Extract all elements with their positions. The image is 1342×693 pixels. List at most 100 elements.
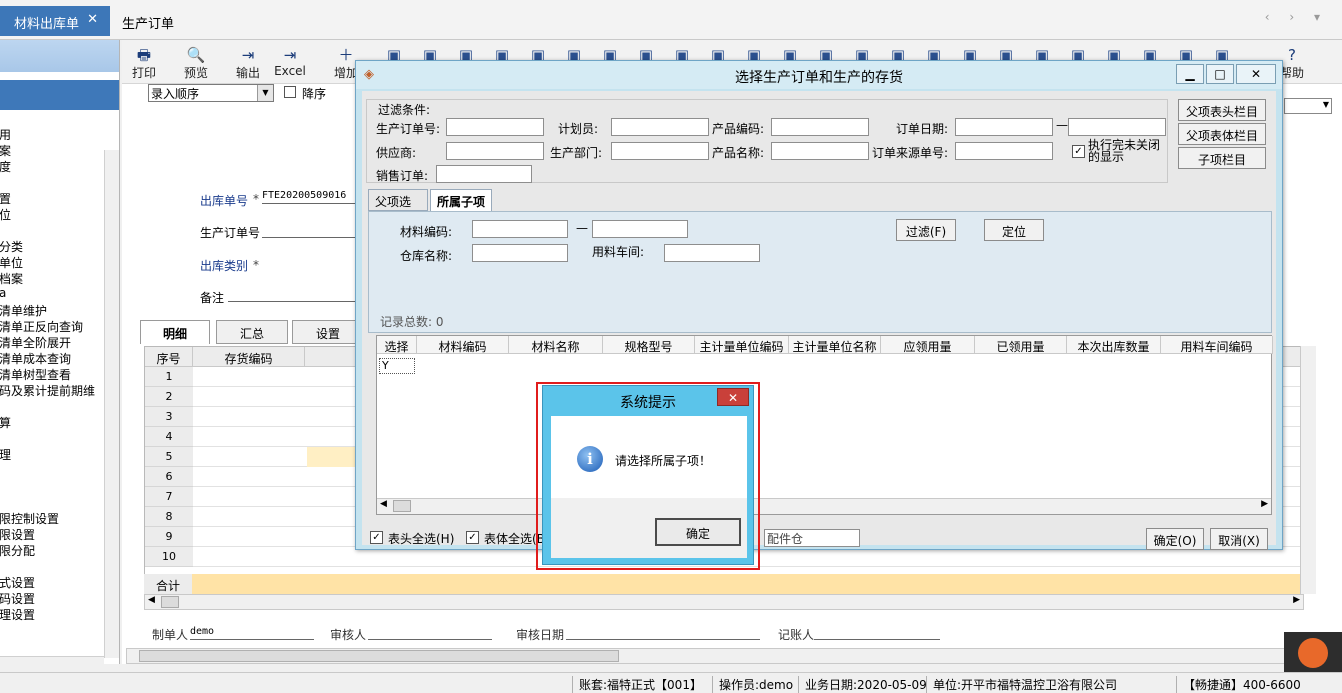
- child-grid-column-header[interactable]: 本次出库数量: [1067, 336, 1161, 354]
- sort-order-select[interactable]: 录入顺序 ▼: [148, 84, 274, 102]
- sidebar-item[interactable]: 单位: [0, 254, 23, 271]
- dialog-ok-button[interactable]: 确定(O): [1146, 528, 1204, 550]
- sidebar-item[interactable]: 档案: [0, 270, 23, 287]
- order-date-from-input[interactable]: [955, 118, 1053, 136]
- child-grid-column-header[interactable]: 规格型号: [603, 336, 695, 354]
- child-grid-column-header[interactable]: 主计量单位名称: [789, 336, 881, 354]
- dialog-cancel-button[interactable]: 取消(X): [1210, 528, 1268, 550]
- grid-row-number[interactable]: 10: [145, 547, 193, 567]
- child-grid-column-header[interactable]: 主计量单位编码: [695, 336, 789, 354]
- child-grid-column-header[interactable]: 材料编码: [417, 336, 509, 354]
- child-grid-column-header[interactable]: 已领用量: [975, 336, 1067, 354]
- planner-input[interactable]: [611, 118, 709, 136]
- grid-row-number[interactable]: 5: [145, 447, 193, 467]
- prod-order-no-input[interactable]: [446, 118, 544, 136]
- child-grid-column-header[interactable]: 选择: [377, 336, 417, 354]
- scroll-thumb[interactable]: [393, 500, 411, 512]
- column-header-inventory-code[interactable]: 存货编码: [193, 347, 305, 367]
- sidebar-item[interactable]: 位: [0, 206, 11, 223]
- sidebar-item[interactable]: 算: [0, 414, 11, 431]
- message-ok-button[interactable]: 确定: [655, 518, 741, 546]
- child-grid-horizontal-scrollbar[interactable]: ◀ ▶: [377, 498, 1271, 514]
- material-code-to-input[interactable]: [592, 220, 688, 238]
- production-order-no-field[interactable]: [262, 224, 357, 238]
- chevron-down-icon[interactable]: ▼: [1323, 100, 1329, 109]
- sidebar-item[interactable]: 度: [0, 158, 11, 175]
- sidebar-item[interactable]: 清单维护: [0, 302, 47, 319]
- sidebar-item[interactable]: 用: [0, 126, 11, 143]
- left-nav-vertical-scrollbar[interactable]: [104, 150, 119, 658]
- sidebar-item[interactable]: 理设置: [0, 606, 35, 623]
- tab-production-order[interactable]: 生产订单: [112, 6, 232, 36]
- close-tab-icon[interactable]: ✕: [87, 12, 98, 27]
- arrow-left-icon[interactable]: ◀: [380, 499, 387, 509]
- sidebar-item[interactable]: 分类: [0, 238, 23, 255]
- scroll-thumb[interactable]: [161, 596, 179, 608]
- sidebar-item[interactable]: 理: [0, 446, 11, 463]
- descending-checkbox[interactable]: [284, 86, 296, 98]
- preview-button[interactable]: 🔍 预览: [176, 46, 216, 81]
- grid-vertical-scrollbar[interactable]: [1300, 346, 1316, 594]
- tab-child-items[interactable]: 所属子项: [430, 189, 492, 211]
- child-grid-column-header[interactable]: 用料车间编码: [1161, 336, 1273, 354]
- sidebar-item[interactable]: 码设置: [0, 590, 35, 607]
- outbound-no-field[interactable]: FTE20200509016: [262, 190, 357, 204]
- parent-body-columns-button[interactable]: 父项表体栏目: [1178, 123, 1266, 145]
- tab-material-outbound[interactable]: 材料出库单 ✕: [0, 6, 110, 36]
- grid-row-number[interactable]: 7: [145, 487, 193, 507]
- sidebar-item[interactable]: 限控制设置: [0, 510, 59, 527]
- sidebar-item[interactable]: 案: [0, 142, 11, 159]
- product-code-input[interactable]: [771, 118, 869, 136]
- main-horizontal-scrollbar[interactable]: [126, 648, 1340, 664]
- warehouse-value-field[interactable]: 配件仓: [764, 529, 860, 547]
- tab-parent-select[interactable]: 父项选择: [368, 189, 428, 226]
- filter-button[interactable]: 过滤(F): [896, 219, 956, 241]
- supplier-input[interactable]: [446, 142, 544, 160]
- grid-row-number[interactable]: 9: [145, 527, 193, 547]
- grid-selected-cell[interactable]: [307, 447, 357, 467]
- chevron-down-icon[interactable]: ▼: [257, 85, 273, 101]
- grid-row-number[interactable]: 2: [145, 387, 193, 407]
- tab-detail[interactable]: 明细: [140, 320, 210, 344]
- child-grid-column-header[interactable]: 材料名称: [509, 336, 603, 354]
- excel-button[interactable]: ⇥ Excel: [270, 46, 310, 78]
- sidebar-item[interactable]: 式设置: [0, 574, 35, 591]
- right-dropdown[interactable]: ▼: [1284, 98, 1332, 114]
- arrow-left-icon[interactable]: ◀: [148, 595, 155, 605]
- body-select-all-checkbox[interactable]: ✓: [466, 531, 479, 544]
- grid-row-number[interactable]: 1: [145, 367, 193, 387]
- product-name-input[interactable]: [771, 142, 869, 160]
- grid-horizontal-scrollbar[interactable]: ◀ ▶: [144, 594, 1304, 610]
- sales-order-input[interactable]: [436, 165, 532, 183]
- head-select-all-checkbox[interactable]: ✓: [370, 531, 383, 544]
- export-button[interactable]: ⇥ 输出: [228, 46, 268, 81]
- left-nav-horizontal-scrollbar[interactable]: [0, 656, 104, 664]
- column-header-seq[interactable]: 序号: [145, 347, 193, 367]
- order-source-no-input[interactable]: [955, 142, 1053, 160]
- close-icon[interactable]: ✕: [1236, 64, 1276, 84]
- child-columns-button[interactable]: 子项栏目: [1178, 147, 1266, 169]
- order-date-to-input[interactable]: [1068, 118, 1166, 136]
- sidebar-item[interactable]: 码及累计提前期维: [0, 382, 95, 399]
- tab-navigation-icon[interactable]: ‹ › ▾: [1265, 10, 1328, 24]
- printer-button[interactable]: 🖶 打印: [124, 46, 164, 81]
- remark-field[interactable]: [228, 288, 357, 302]
- locate-button[interactable]: 定位: [984, 219, 1044, 241]
- grid-row-number[interactable]: 6: [145, 467, 193, 487]
- warehouse-name-input[interactable]: [472, 244, 568, 262]
- sidebar-item[interactable]: a: [0, 286, 6, 300]
- close-icon[interactable]: ✕: [717, 388, 749, 406]
- select-cell[interactable]: Y: [379, 358, 415, 374]
- sidebar-item[interactable]: 限设置: [0, 526, 35, 543]
- app-logo[interactable]: [1284, 632, 1342, 672]
- minimize-icon[interactable]: ▁: [1176, 64, 1204, 84]
- sidebar-item[interactable]: 清单树型查看: [0, 366, 71, 383]
- close-after-exec-checkbox[interactable]: ✓: [1072, 145, 1085, 158]
- material-code-from-input[interactable]: [472, 220, 568, 238]
- sidebar-item[interactable]: 置: [0, 190, 11, 207]
- tab-settings[interactable]: 设置: [292, 320, 364, 344]
- sidebar-item[interactable]: 清单正反向查询: [0, 318, 83, 335]
- arrow-right-icon[interactable]: ▶: [1293, 595, 1300, 605]
- sidebar-item[interactable]: 限分配: [0, 542, 35, 559]
- parent-header-columns-button[interactable]: 父项表头栏目: [1178, 99, 1266, 121]
